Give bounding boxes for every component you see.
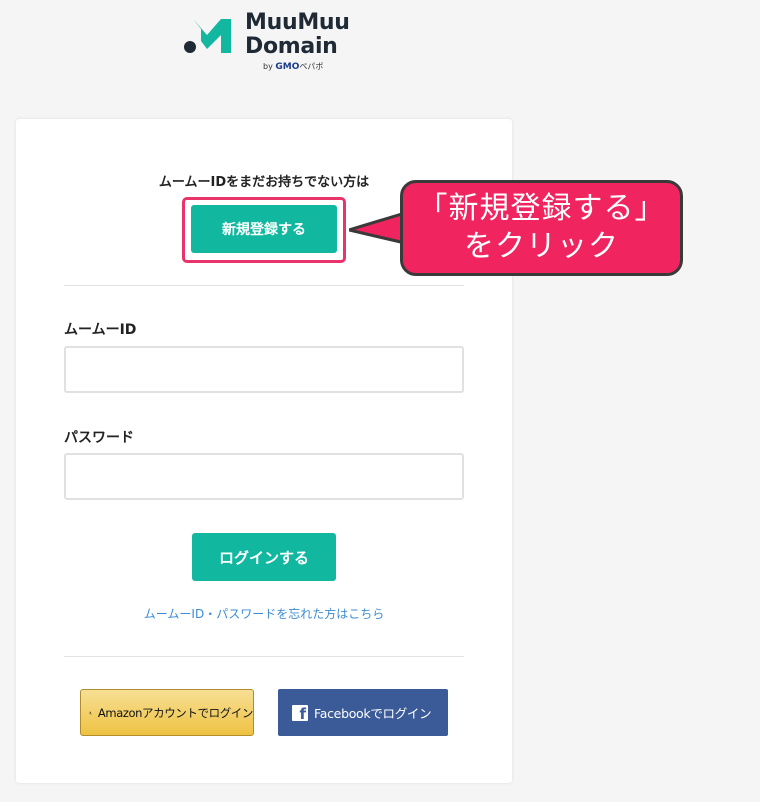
password-label: パスワード bbox=[64, 430, 134, 446]
logo-pepabo-text: ペパボ bbox=[299, 62, 324, 71]
logo-mark-icon bbox=[184, 19, 231, 53]
divider-top bbox=[64, 285, 464, 286]
id-input[interactable] bbox=[64, 346, 464, 393]
muumuu-domain-logo: MuuMuu Domain by GMOペパボ bbox=[183, 11, 353, 73]
password-input[interactable] bbox=[64, 453, 464, 500]
login-button[interactable]: ログインする bbox=[192, 533, 336, 581]
logo-line1: MuuMuu bbox=[245, 10, 350, 35]
logo-byline: by GMOペパボ bbox=[263, 61, 323, 72]
callout-line2: をクリック bbox=[464, 229, 619, 264]
amazon-login-label: Amazonアカウントでログイン bbox=[97, 705, 253, 720]
facebook-login-label: Facebookでログイン bbox=[314, 706, 432, 721]
divider-bottom bbox=[64, 656, 464, 657]
logo-gmo-text: GMO bbox=[275, 62, 300, 72]
facebook-login-button[interactable]: f Facebookでログイン bbox=[278, 689, 448, 736]
amazon-login-button[interactable]: Amazonアカウントでログイン bbox=[80, 689, 254, 736]
signup-button[interactable]: 新規登録する bbox=[191, 205, 337, 253]
logo-line2: Domain bbox=[245, 34, 338, 59]
amazon-icon bbox=[89, 711, 92, 714]
logo-by-text: by bbox=[263, 62, 273, 71]
id-label: ムームーID bbox=[64, 322, 137, 338]
forgot-credentials-link[interactable]: ムームーID・パスワードを忘れた方はこちら bbox=[16, 605, 512, 622]
facebook-icon: f bbox=[292, 704, 308, 721]
logo-wordmark: MuuMuu Domain bbox=[245, 11, 350, 59]
instruction-callout: 「新規登録する」 をクリック bbox=[400, 180, 683, 276]
callout-line1: 「新規登録する」 bbox=[417, 191, 666, 226]
